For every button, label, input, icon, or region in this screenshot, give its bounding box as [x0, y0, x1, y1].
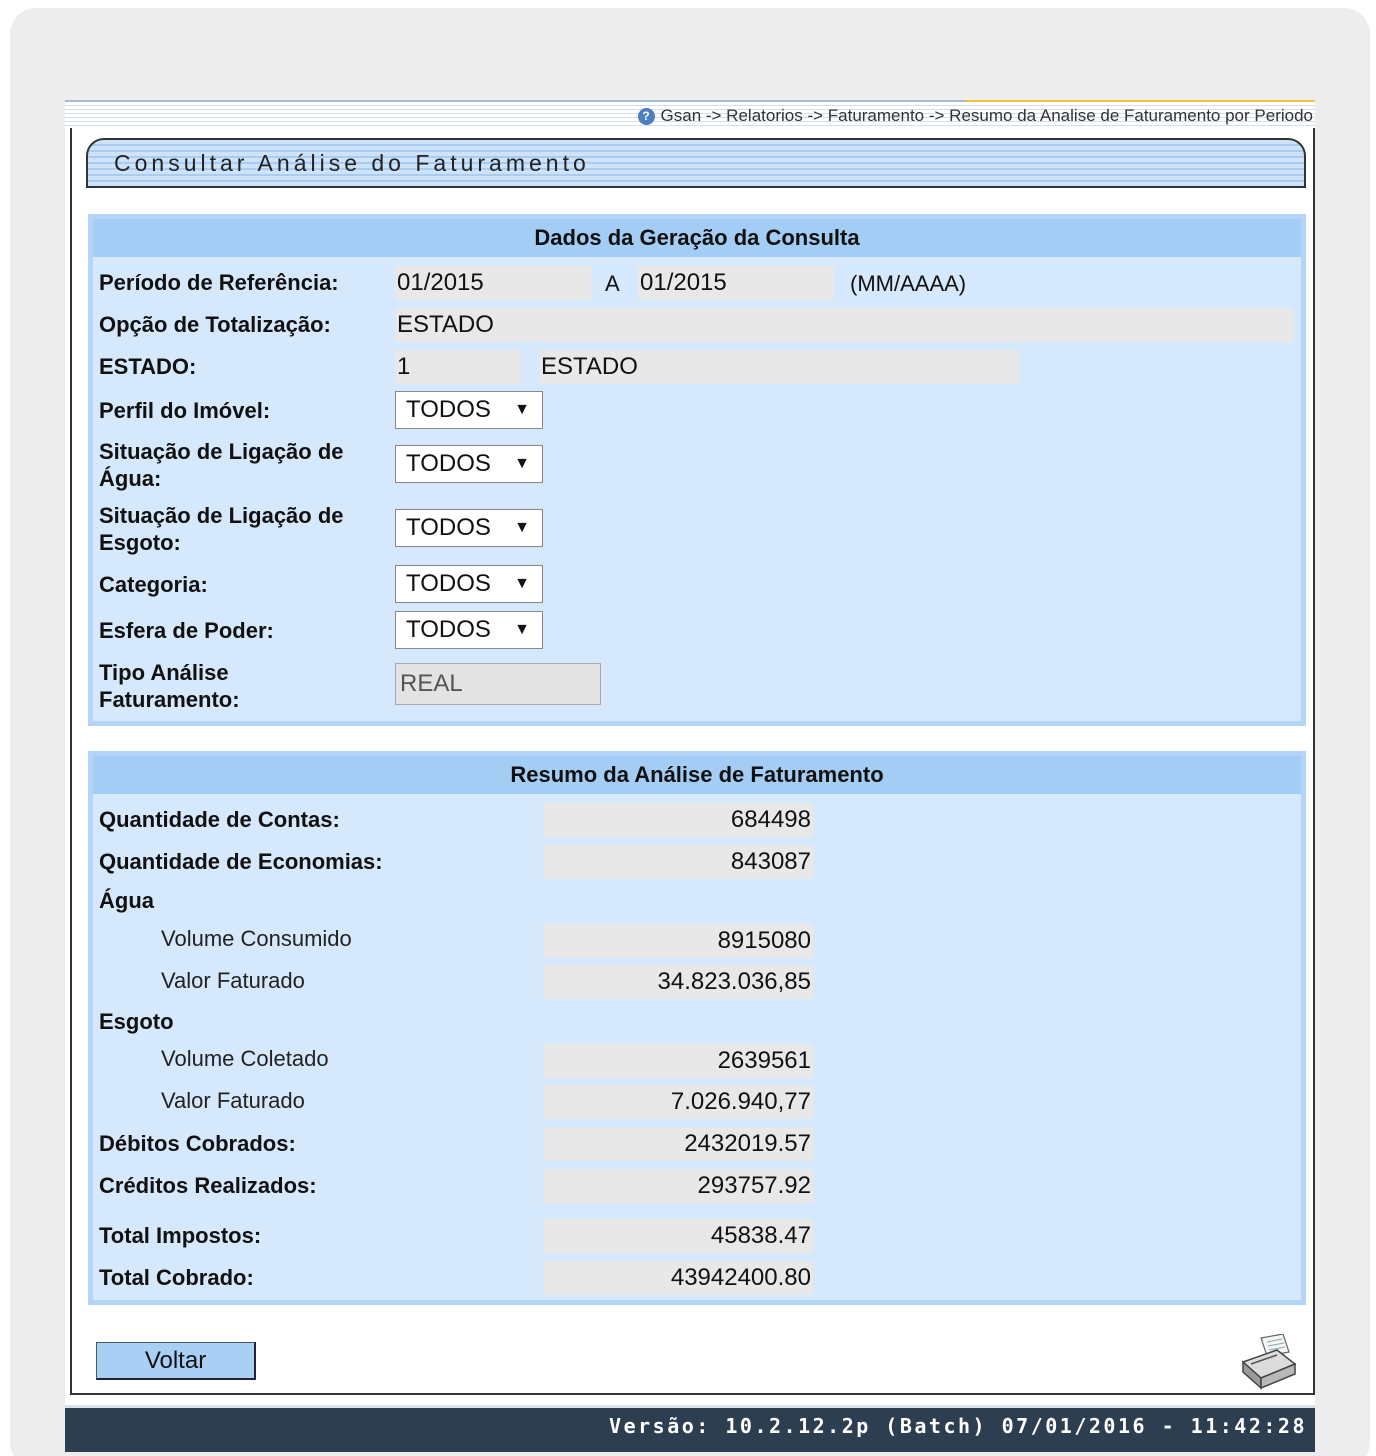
- situacao-agua-select[interactable]: TODOS ▼: [395, 445, 543, 483]
- periodo-separator: A: [605, 271, 620, 296]
- breadcrumb-text[interactable]: Gsan -> Relatorios -> Faturamento -> Res…: [661, 106, 1313, 126]
- categoria-value: TODOS: [406, 570, 491, 597]
- content-frame: Consultar Análise do Faturamento Dados d…: [70, 128, 1315, 1395]
- qtd-economias-label: Quantidade de Economias:: [99, 849, 383, 874]
- perfil-imovel-label: Perfil do Imóvel:: [99, 398, 271, 423]
- qtd-contas-label: Quantidade de Contas:: [99, 807, 340, 832]
- version-text: Versão: 10.2.12.2p (Batch) 07/01/2016 - …: [609, 1414, 1307, 1438]
- chevron-down-icon: ▼: [514, 575, 530, 592]
- periodo-format-hint: (MM/AAAA): [850, 271, 967, 296]
- esgoto-volume-label: Volume Coletado: [161, 1046, 329, 1071]
- impostos-label: Total Impostos:: [99, 1223, 262, 1248]
- chevron-down-icon: ▼: [514, 455, 530, 472]
- agua-section-label: Água: [99, 888, 154, 913]
- esgoto-volume-value: 2639561: [543, 1044, 813, 1078]
- estado-label: ESTADO:: [99, 354, 197, 379]
- estado-codigo-field: 1: [395, 350, 521, 384]
- tipo-analise-field: REAL: [395, 663, 601, 705]
- help-icon[interactable]: ?: [637, 107, 655, 125]
- debitos-label: Débitos Cobrados:: [99, 1131, 296, 1156]
- agua-valor-value: 34.823.036,85: [543, 965, 813, 999]
- perfil-imovel-select[interactable]: TODOS ▼: [395, 391, 543, 429]
- esfera-poder-select[interactable]: TODOS ▼: [395, 611, 543, 649]
- breadcrumb: ? Gsan -> Relatorios -> Faturamento -> R…: [637, 106, 1313, 126]
- periodo-fim-field: 01/2015: [638, 266, 834, 300]
- esgoto-section-label: Esgoto: [99, 1009, 174, 1034]
- page-title: Consultar Análise do Faturamento: [114, 150, 590, 176]
- creditos-value: 293757.92: [543, 1169, 813, 1203]
- voltar-button[interactable]: Voltar: [96, 1342, 256, 1380]
- footer-bar: Versão: 10.2.12.2p (Batch) 07/01/2016 - …: [65, 1405, 1315, 1452]
- periodo-label: Período de Referência:: [99, 270, 339, 295]
- total-cobrado-label: Total Cobrado:: [99, 1265, 254, 1290]
- situacao-agua-label: Situação de Ligação de Água:: [99, 439, 344, 491]
- esgoto-valor-label: Valor Faturado: [161, 1088, 305, 1113]
- printer-icon[interactable]: [1237, 1333, 1299, 1390]
- chevron-down-icon: ▼: [514, 621, 530, 638]
- title-bar: Consultar Análise do Faturamento: [86, 138, 1306, 188]
- top-bar: ? Gsan -> Relatorios -> Faturamento -> R…: [65, 100, 1315, 128]
- creditos-label: Créditos Realizados:: [99, 1173, 317, 1198]
- situacao-esgoto-label: Situação de Ligação de Esgoto:: [99, 503, 344, 555]
- app-window: ? Gsan -> Relatorios -> Faturamento -> R…: [65, 100, 1315, 1452]
- total-cobrado-value: 43942400.80: [543, 1261, 813, 1295]
- tipo-analise-label: Tipo Análise Faturamento:: [99, 660, 240, 712]
- panel-resumo: Resumo da Análise de Faturamento Quantid…: [88, 751, 1306, 1305]
- situacao-esgoto-select[interactable]: TODOS ▼: [395, 509, 543, 547]
- agua-volume-label: Volume Consumido: [161, 926, 352, 951]
- esfera-poder-label: Esfera de Poder:: [99, 618, 274, 643]
- esfera-poder-value: TODOS: [406, 616, 491, 643]
- esgoto-valor-value: 7.026.940,77: [543, 1085, 813, 1119]
- panel-header-resumo: Resumo da Análise de Faturamento: [93, 756, 1301, 794]
- categoria-select[interactable]: TODOS ▼: [395, 565, 543, 603]
- situacao-agua-value: TODOS: [406, 450, 491, 477]
- situacao-esgoto-value: TODOS: [406, 514, 491, 541]
- chevron-down-icon: ▼: [514, 519, 530, 536]
- impostos-value: 45838.47: [543, 1219, 813, 1253]
- top-accent-line: [965, 100, 1315, 102]
- agua-volume-value: 8915080: [543, 924, 813, 958]
- estado-nome-field: ESTADO: [539, 350, 1019, 384]
- qtd-contas-value: 684498: [543, 803, 813, 837]
- debitos-value: 2432019.57: [543, 1127, 813, 1161]
- opcao-totalizacao-label: Opção de Totalização:: [99, 312, 331, 337]
- panel-dados-geracao: Dados da Geração da Consulta Período de …: [88, 214, 1306, 726]
- perfil-imovel-value: TODOS: [406, 396, 491, 423]
- qtd-economias-value: 843087: [543, 845, 813, 879]
- agua-valor-label: Valor Faturado: [161, 968, 305, 993]
- panel-header-geracao: Dados da Geração da Consulta: [93, 219, 1301, 257]
- periodo-inicio-field: 01/2015: [395, 266, 591, 300]
- chevron-down-icon: ▼: [514, 401, 530, 418]
- categoria-label: Categoria:: [99, 572, 208, 597]
- opcao-totalizacao-field: ESTADO: [395, 308, 1293, 342]
